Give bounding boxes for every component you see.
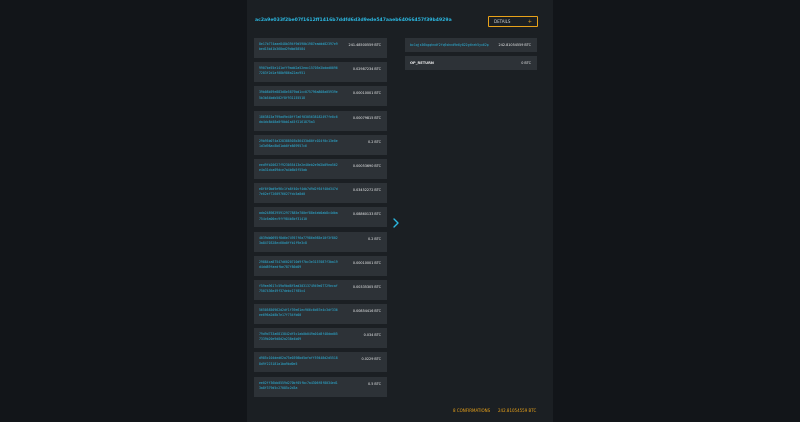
input-row: 9907be55e141aff9add2a52eac15705e2bdad009… [254,62,387,83]
outputs-list: bc1qjs56kgqhndf2fq9xhnd9e6y822gtheh5yx62… [405,38,537,74]
inputs-list: 8e17b774aae848b394f9d590b1987eaddd82397e… [254,38,387,401]
output-amount: 242.81054559 BTC [498,43,531,47]
details-button-label: DETAILS [494,19,511,24]
input-address-link[interactable]: 39b08b59e883d8e5879bd1cc075796a808a05939… [259,90,339,101]
input-address-link[interactable]: 29b95b074a328388503b36433b80fc024f0c13e0… [259,139,339,150]
input-address-link[interactable]: f59ea9617c59a9bd8f5ad3031374949e07729eca… [259,284,339,295]
input-amount: 0.0229 BTC [361,357,381,362]
input-amount: 0.2 BTC [367,236,381,241]
input-amount: 0.00079815 BTC [352,115,381,120]
input-address-link[interactable]: ee02ff36bb0559d270bf05fbc7a4306f8f8034ed… [259,381,339,392]
input-row: 1863815a799ad9e40ff7a6f0305638182497fe0c… [254,110,387,131]
output-amount: 0 BTC [521,61,531,65]
input-amount: 0.00854416 BTC [352,309,381,314]
total-amount: 242.81054559 BTC [498,408,537,413]
input-row: 29884ca87547d6020710d9f7bc3e3157087f3ba1… [254,255,387,276]
input-amount: 0.00010001 BTC [352,91,381,96]
input-address-link[interactable]: 4039db0695f8d6e74957f6a77986a985e10f3f80… [259,236,339,247]
input-address-link[interactable]: 9907be55e141aff9add2a52eac15705e2bdad009… [259,66,339,77]
input-address-link[interactable]: 8e17b774aae848b394f9d590b1987eaddd82397e… [259,42,339,53]
input-row: ada24898295912977885e700ef88e4eb0ab8c4db… [254,207,387,228]
output-row: bc1qjs56kgqhndf2fq9xhnd9e6y822gtheh5yx62… [405,38,537,52]
input-address-link[interactable]: d985c104ded62a75e0398bd5afaff59448d2d551… [259,356,339,367]
input-amount: 0.08860133 BTC [352,212,381,217]
input-row: 39b08b59e883d8e5879bd1cc075796a808a05939… [254,86,387,107]
input-address-link[interactable]: ada24898295912977885e700ef88e4eb0ab8c4db… [259,211,339,222]
input-row: e8f6f0bd9e96c1fa8f40cf4db7d9d2f64f40d347… [254,183,387,204]
input-amount: 0.2 BTC [367,139,381,144]
plus-icon: + [527,18,532,25]
op-return-label: OP_RETURN [410,61,434,65]
input-amount: 0.00010001 BTC [352,260,381,265]
output-row-op-return: OP_RETURN 0 BTC [405,56,537,70]
chevron-right-icon [392,213,400,228]
input-amount: 0.00335305 BTC [352,284,381,289]
input-address-link[interactable]: e8f6f0bd9e96c1fa8f40cf4db7d9d2f64f40d347… [259,187,339,198]
confirmations-badge: 8 CONFIRMATIONS [453,408,491,413]
input-row: 8e17b774aae848b394f9d590b1987eaddd82397e… [254,38,387,58]
details-button[interactable]: DETAILS + [488,16,538,27]
input-address-link[interactable]: 1863815a799ad9e40ff7a6f0305638182497fe0c… [259,115,339,126]
input-row: f59ea9617c59a9bd8f5ad3031374949e07729eca… [254,279,387,300]
input-address-link[interactable]: 79d9d733a6813842df5c1ab0b049a01d8f48dad0… [259,332,339,343]
input-row: eed9fb20627f923055413e2e40eb2e9d2b09ea56… [254,158,387,179]
input-amount: 0.02987234 BTC [352,67,381,72]
input-amount: 0.5 BTC [367,381,381,386]
input-amount: 0.03452272 BTC [352,188,381,193]
input-row: d985c104ded62a75e0398bd5afaff59448d2d551… [254,352,387,373]
input-row: ee02ff36bb0559d270bf05fbc7a4306f8f8034ed… [254,376,387,397]
input-row: 56505850962d2df1f39e61ec966c6d67e4c3df33… [254,304,387,325]
transaction-id-link[interactable]: ac2a9e033f2be07f1612ff1416b7ddfd6d3d9ede… [255,18,452,23]
input-amount: 0.00053690 BTC [352,163,381,168]
input-address-link[interactable]: eed9fb20627f923055413e2e40eb2e9d2b09ea56… [259,163,339,174]
input-amount: 0.034 BTC [363,333,381,338]
input-address-link[interactable]: 29884ca87547d6020710d9f7bc3e3157087f3ba1… [259,260,339,271]
input-row: 29b95b074a328388503b36433b80fc024f0c13e0… [254,134,387,155]
input-address-link[interactable]: 56505850962d2df1f39e61ec966c6d67e4c3df33… [259,308,339,319]
input-row: 79d9d733a6813842df5c1ab0b049a01d8f48dad0… [254,328,387,349]
input-row: 4039db0695f8d6e74957f6a77986a985e10f3f80… [254,231,387,252]
output-address-link[interactable]: bc1qjs56kgqhndf2fq9xhnd9e6y822gtheh5yx62… [410,43,489,47]
input-amount: 241.48500559 BTC [348,43,381,47]
